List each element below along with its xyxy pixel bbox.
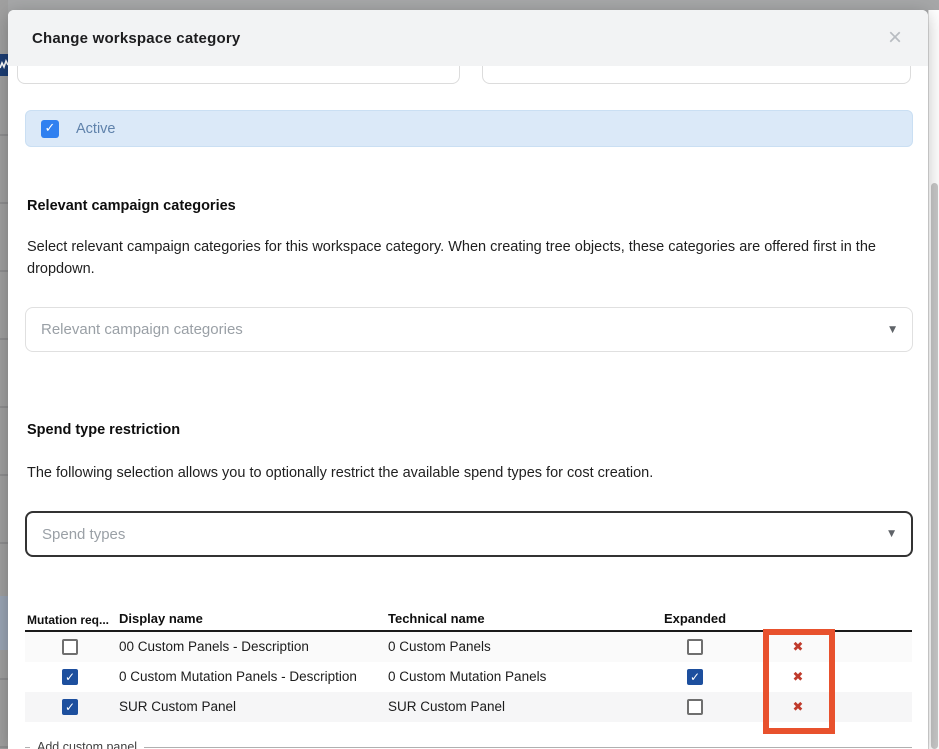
active-row[interactable]: Active: [25, 110, 913, 147]
campaign-section-heading: Relevant campaign categories: [27, 198, 236, 214]
table-row: 0 Custom Mutation Panels - Description 0…: [25, 662, 912, 692]
custom-panels-table: Mutation req... Display name Technical n…: [25, 608, 912, 722]
expanded-checkbox[interactable]: [687, 669, 703, 685]
campaign-dropdown-placeholder: Relevant campaign categories: [41, 321, 243, 338]
table-row: SUR Custom Panel SUR Custom Panel ✖: [25, 692, 912, 722]
technical-name-cell: 0 Custom Mutation Panels: [388, 669, 546, 684]
mutation-required-checkbox[interactable]: [62, 669, 78, 685]
expanded-checkbox[interactable]: [687, 639, 703, 655]
spend-section-heading: Spend type restriction: [27, 422, 180, 438]
display-name-cell: 00 Custom Panels - Description: [119, 639, 309, 654]
chevron-down-icon: ▼: [888, 529, 895, 539]
delete-x-icon: ✖: [793, 670, 804, 685]
spend-types-dropdown[interactable]: Spend types ▼: [25, 511, 913, 557]
campaign-section-description: Select relevant campaign categories for …: [27, 237, 885, 280]
add-custom-panel-fieldset: Add custom panel: [25, 740, 912, 749]
technical-name-cell: 0 Custom Panels: [388, 639, 491, 654]
column-header-mutation-required: Mutation req...: [27, 613, 113, 627]
delete-row-button[interactable]: ✖: [766, 662, 830, 692]
column-header-expanded: Expanded: [640, 611, 750, 626]
delete-row-button[interactable]: ✖: [766, 692, 830, 722]
delete-x-icon: ✖: [793, 700, 804, 715]
scrollbar-track[interactable]: [928, 10, 939, 749]
campaign-categories-dropdown[interactable]: Relevant campaign categories ▼: [25, 307, 913, 352]
close-icon[interactable]: ×: [884, 24, 906, 52]
mutation-required-checkbox[interactable]: [62, 699, 78, 715]
mutation-required-checkbox[interactable]: [62, 639, 78, 655]
dialog-title: Change workspace category: [32, 30, 240, 47]
active-checkbox[interactable]: [41, 120, 59, 138]
add-custom-panel-button[interactable]: Add custom panel: [30, 740, 144, 749]
change-workspace-category-dialog: Change workspace category × Active Relev…: [8, 10, 928, 749]
column-header-technical-name: Technical name: [388, 611, 485, 626]
technical-name-cell: SUR Custom Panel: [388, 699, 505, 714]
dialog-header: Change workspace category ×: [8, 10, 928, 66]
scrollbar-thumb[interactable]: [931, 183, 938, 749]
table-row: 00 Custom Panels - Description 0 Custom …: [25, 632, 912, 662]
expanded-checkbox[interactable]: [687, 699, 703, 715]
display-name-cell: 0 Custom Mutation Panels - Description: [119, 669, 357, 684]
display-name-cell: SUR Custom Panel: [119, 699, 236, 714]
backdrop-chart-icon: [0, 54, 8, 76]
table-header-row: Mutation req... Display name Technical n…: [25, 608, 912, 632]
chevron-down-icon: ▼: [889, 325, 896, 335]
spend-section-description: The following selection allows you to op…: [27, 463, 885, 485]
column-header-display-name: Display name: [119, 611, 203, 626]
backdrop-row-highlight: [0, 596, 8, 650]
spend-dropdown-placeholder: Spend types: [42, 526, 125, 543]
delete-x-icon: ✖: [793, 640, 804, 655]
delete-row-button[interactable]: ✖: [766, 632, 830, 662]
active-label: Active: [76, 121, 116, 137]
